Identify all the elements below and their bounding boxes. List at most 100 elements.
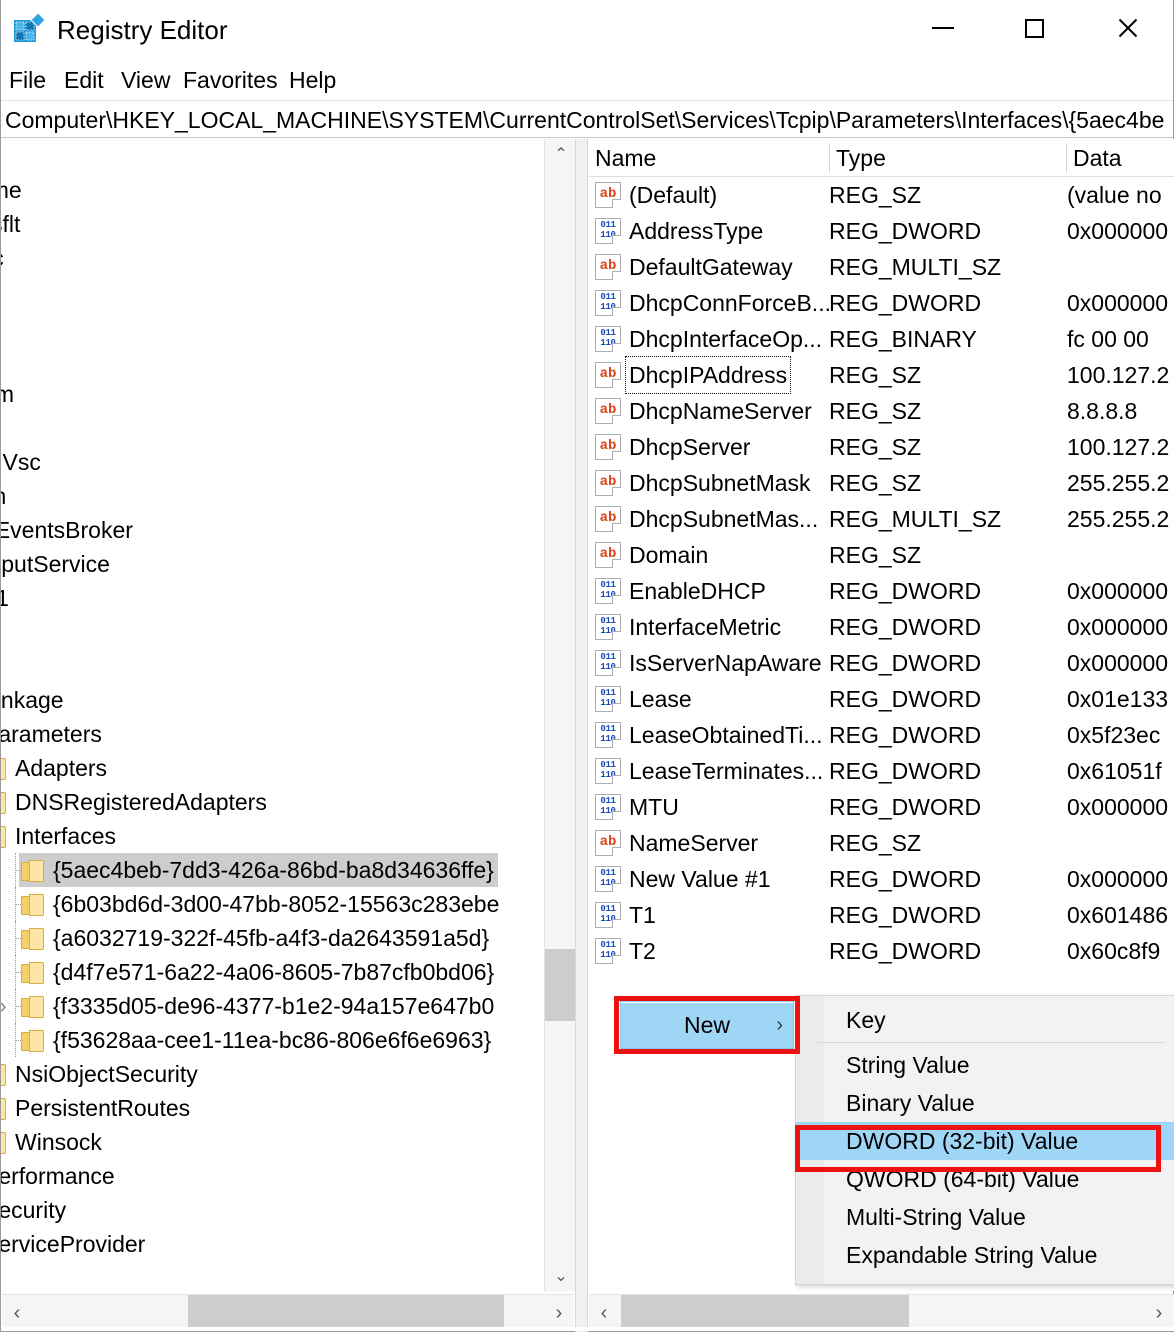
value-row[interactable]: ab(Default)REG_SZ(value no <box>589 177 1174 213</box>
value-row[interactable]: abDhcpServerREG_SZ100.127.2 <box>589 429 1174 465</box>
tree-item[interactable]: DNSRegisteredAdapters <box>1 785 561 819</box>
tree-scroll-up-button[interactable]: ⌃ <box>545 139 577 169</box>
tree-item[interactable]: venum <box>1 377 561 411</box>
menu-help[interactable]: Help <box>289 60 336 100</box>
menu-file[interactable]: File <box>9 60 46 100</box>
tree-item[interactable]: Interfaces <box>1 819 561 853</box>
tree-item[interactable]: stemEventsBroker <box>1 513 561 547</box>
tree-item-content: Winsock <box>1 1125 106 1159</box>
value-name-label: LeaseObtainedTi... <box>626 717 826 753</box>
tree-item-content: bletInputService <box>1 547 114 581</box>
value-row[interactable]: 011110EnableDHCPREG_DWORD0x000000 <box>589 573 1174 609</box>
submenu-item[interactable]: DWORD (32-bit) Value <box>796 1122 1174 1160</box>
tree-item[interactable]: PersistentRoutes <box>1 1091 561 1125</box>
tree-item[interactable]: nth3dVsc <box>1 445 561 479</box>
tree-hscroll-right-button[interactable]: › <box>544 1295 574 1331</box>
tree-item[interactable]: ›{f3335d05-de96-4377-b1e2-94a157e647b0 <box>1 989 561 1023</box>
tree-item[interactable]: orSvc <box>1 241 561 275</box>
tree-item[interactable]: {6b03bd6d-3d00-47bb-8052-15563c283ebe <box>1 887 561 921</box>
value-row[interactable]: 011110T1REG_DWORD0x601486 <box>589 897 1174 933</box>
tree-item[interactable]: Security <box>1 1193 561 1227</box>
value-row[interactable]: 011110DhcpInterfaceOp...REG_BINARYfc 00 … <box>589 321 1174 357</box>
tree-item[interactable]: pip6 <box>1 1261 561 1291</box>
tree-hscroll-left-button[interactable]: ‹ <box>2 1295 32 1331</box>
value-row[interactable]: abDhcpIPAddressREG_SZ100.127.2 <box>589 357 1174 393</box>
submenu-item[interactable]: Multi-String Value <box>796 1198 1174 1236</box>
submenu-item[interactable]: Binary Value <box>796 1084 1174 1122</box>
tree-item[interactable]: orufs <box>1 275 561 309</box>
tree-item[interactable]: bletInputService <box>1 547 561 581</box>
tree-item-label: stemEventsBroker <box>1 513 133 547</box>
tree-vertical-scrollbar[interactable]: ⌃ ⌄ <box>544 139 576 1291</box>
tree-item[interactable]: svc <box>1 343 561 377</box>
tree-item[interactable]: {5aec4beb-7dd3-426a-86bd-ba8d34636ffe} <box>1 853 561 887</box>
values-horizontal-scrollbar[interactable]: ‹ › <box>589 1294 1174 1330</box>
tree-item[interactable]: pip <box>1 649 561 683</box>
tree-scroll-thumb[interactable] <box>545 949 577 1021</box>
column-header-data[interactable]: Data <box>1067 139 1174 177</box>
context-menu-new-item[interactable]: New › <box>620 1001 794 1049</box>
submenu-item[interactable]: Expandable String Value <box>796 1236 1174 1274</box>
value-row[interactable]: 011110LeaseTerminates...REG_DWORD0x61051… <box>589 753 1174 789</box>
tree-scroll-down-button[interactable]: ⌄ <box>545 1261 577 1291</box>
submenu-item[interactable]: QWORD (64-bit) Value <box>796 1160 1174 1198</box>
registry-tree-pane[interactable]: orfltornvmeorqosfltorSvcorufsorvscsvcven… <box>1 139 575 1291</box>
value-row[interactable]: 011110IsServerNapAwareREG_DWORD0x000000 <box>589 645 1174 681</box>
value-row[interactable]: abDhcpSubnetMas...REG_MULTI_SZ255.255.2 <box>589 501 1174 537</box>
value-row[interactable]: 011110MTUREG_DWORD0x000000 <box>589 789 1174 825</box>
tree-item[interactable]: orqosflt <box>1 207 561 241</box>
value-row[interactable]: abDhcpNameServerREG_SZ8.8.8.8 <box>589 393 1174 429</box>
value-row[interactable]: 011110DhcpConnForceB...REG_DWORD0x000000 <box>589 285 1174 321</box>
tree-item[interactable]: Adapters <box>1 751 561 785</box>
values-hscroll-left-button[interactable]: ‹ <box>589 1295 619 1331</box>
tree-item[interactable]: {a6032719-322f-45fb-a4f3-da2643591a5d} <box>1 921 561 955</box>
close-button[interactable] <box>1093 0 1161 56</box>
submenu-item[interactable]: Key <box>796 1001 1174 1039</box>
tree-item[interactable]: Performance <box>1 1159 561 1193</box>
tree-item[interactable]: vprv <box>1 411 561 445</box>
menu-edit[interactable]: Edit <box>64 60 104 100</box>
menu-favorites[interactable]: Favorites <box>183 60 278 100</box>
value-type-cell: REG_DWORD <box>829 717 981 753</box>
value-row[interactable]: abDomainREG_SZ <box>589 537 1174 573</box>
value-row[interactable]: abDefaultGatewayREG_MULTI_SZ <box>589 249 1174 285</box>
tree-item[interactable]: {f53628aa-cee1-11ea-bc86-806e6f6e6963} <box>1 1023 561 1057</box>
value-row[interactable]: abDhcpSubnetMaskREG_SZ255.255.2 <box>589 465 1174 501</box>
tree-expand-chevron-icon[interactable]: › <box>1 996 13 1016</box>
address-bar[interactable]: Computer\HKEY_LOCAL_MACHINE\SYSTEM\Curre… <box>1 100 1173 138</box>
tree-item[interactable]: sMain <box>1 479 561 513</box>
tree-item[interactable]: piSrv <box>1 615 561 649</box>
column-header-name[interactable]: Name <box>589 139 829 177</box>
tree-item[interactable]: orvsc <box>1 309 561 343</box>
tree-item[interactable]: orflt <box>1 139 561 173</box>
tree-item[interactable]: Linkage <box>1 683 561 717</box>
minimize-button[interactable] <box>909 0 977 56</box>
tree-item[interactable]: NsiObjectSecurity <box>1 1057 561 1091</box>
tree-item[interactable]: Parameters <box>1 717 561 751</box>
tree-item-content: {f53628aa-cee1-11ea-bc86-806e6f6e6963} <box>19 1023 495 1057</box>
value-row[interactable]: abNameServerREG_SZ <box>589 825 1174 861</box>
tree-item[interactable]: {d4f7e571-6a22-4a06-8605-7b87cfb0bd06} <box>1 955 561 989</box>
value-row[interactable]: 011110AddressTypeREG_DWORD0x000000 <box>589 213 1174 249</box>
value-icon-glyph: 011110 <box>597 616 619 636</box>
tree-item[interactable]: Winsock <box>1 1125 561 1159</box>
column-header-type[interactable]: Type <box>830 139 1066 177</box>
tree-hscroll-thumb[interactable] <box>188 1295 504 1331</box>
value-row[interactable]: 011110New Value #1REG_DWORD0x000000 <box>589 861 1174 897</box>
new-submenu[interactable]: Key String ValueBinary ValueDWORD (32-bit… <box>795 995 1174 1285</box>
submenu-item[interactable]: String Value <box>796 1046 1174 1084</box>
menu-view[interactable]: View <box>121 60 170 100</box>
tree-horizontal-scrollbar[interactable]: ‹ › <box>2 1294 574 1330</box>
value-row[interactable]: 011110LeaseREG_DWORD0x01e133 <box>589 681 1174 717</box>
value-row[interactable]: 011110T2REG_DWORD0x60c8f9 <box>589 933 1174 969</box>
values-hscroll-right-button[interactable]: › <box>1144 1295 1174 1331</box>
tree-item[interactable]: ornvme <box>1 173 561 207</box>
tree-item[interactable]: ServiceProvider <box>1 1227 561 1261</box>
tree-item[interactable]: p0901 <box>1 581 561 615</box>
pane-splitter[interactable] <box>575 139 588 1332</box>
maximize-button[interactable] <box>1000 0 1068 56</box>
string-value-icon: ab <box>595 542 621 568</box>
value-row[interactable]: 011110InterfaceMetricREG_DWORD0x000000 <box>589 609 1174 645</box>
value-row[interactable]: 011110LeaseObtainedTi...REG_DWORD0x5f23e… <box>589 717 1174 753</box>
values-hscroll-thumb[interactable] <box>621 1295 909 1331</box>
